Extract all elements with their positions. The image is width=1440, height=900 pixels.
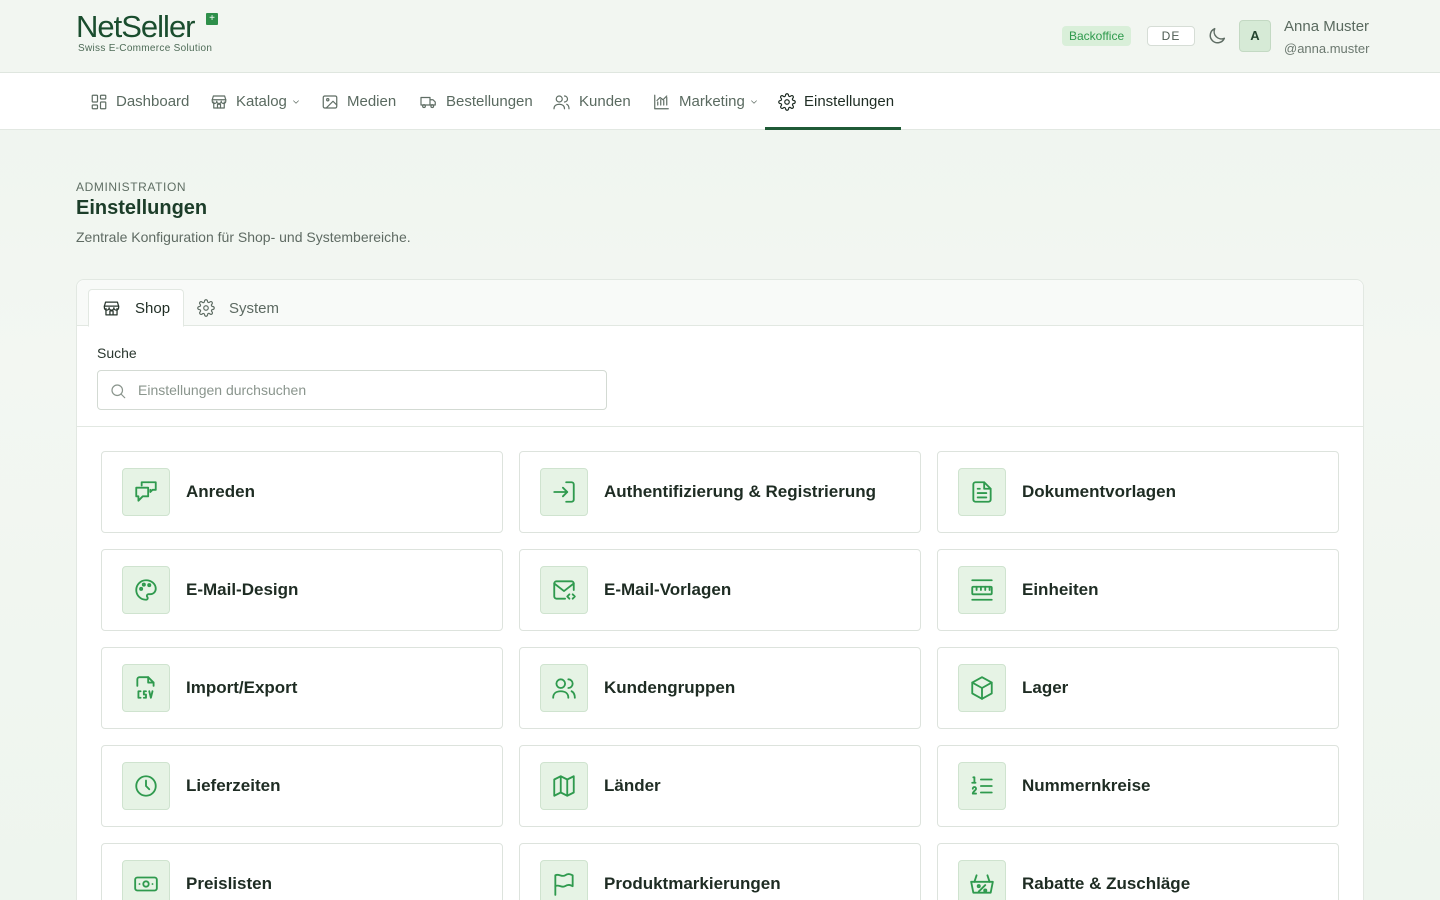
settings-tile-kundengruppen[interactable]: Kundengruppen	[519, 647, 921, 729]
image-icon	[322, 94, 338, 109]
chat-bubbles-icon	[135, 481, 157, 502]
settings-tile-label: Lager	[1022, 678, 1069, 697]
settings-card: Shop System Suche Anreden Authentifizier…	[76, 279, 1364, 900]
palette-icon	[135, 579, 157, 601]
nav-item-label: Kunden	[579, 93, 631, 110]
nav-item-label: Bestellungen	[446, 93, 533, 110]
gear-icon	[197, 299, 215, 317]
logo-name-part1: Net	[76, 9, 122, 44]
moon-icon	[1209, 27, 1226, 44]
backoffice-badge: Backoffice	[1062, 26, 1132, 46]
app-header: NetSeller + Swiss E-Commerce Solution Ba…	[0, 0, 1440, 73]
settings-tile-preislisten[interactable]: Preislisten	[101, 843, 503, 900]
settings-tile-dokumentvorlagen[interactable]: Dokumentvorlagen	[937, 451, 1339, 533]
tab-system[interactable]: System	[184, 289, 292, 327]
store-icon	[103, 301, 120, 315]
settings-tile-email-vorlagen[interactable]: E-Mail-Vorlagen	[519, 549, 921, 631]
nav-item-label: Einstellungen	[804, 93, 895, 110]
logo-plus-icon: +	[206, 13, 218, 25]
user-handle: @anna.muster	[1284, 41, 1370, 56]
chevron-down-icon	[293, 99, 299, 104]
settings-tile-label: Rabatte & Zuschläge	[1022, 874, 1191, 893]
user-name: Anna Muster	[1284, 18, 1370, 35]
settings-tile-label: Länder	[604, 776, 661, 795]
tab-shop[interactable]: Shop	[88, 289, 185, 327]
chart-icon	[654, 94, 669, 109]
main-nav: Dashboard Katalog Medien Bestellungen Ku…	[0, 73, 1440, 130]
settings-tile-label: Import/Export	[186, 678, 298, 697]
page-subtitle: Zentrale Konfiguration für Shop- und Sys…	[76, 229, 411, 245]
store-icon	[211, 94, 227, 109]
nav-item-label: Marketing	[679, 93, 745, 110]
settings-tile-label: Dokumentvorlagen	[1022, 482, 1176, 501]
search-label: Suche	[97, 345, 137, 361]
settings-tile-label: Preislisten	[186, 874, 272, 893]
nav-item-einstellungen[interactable]: Einstellungen	[778, 73, 894, 130]
nav-item-kunden[interactable]: Kunden	[552, 73, 631, 130]
dashboard-icon	[91, 94, 107, 109]
banknote-icon	[134, 876, 158, 892]
divider	[77, 426, 1363, 427]
chevron-down-icon	[751, 99, 757, 104]
csv-file-icon	[136, 676, 155, 699]
avatar[interactable]: A	[1239, 20, 1271, 52]
settings-tile-label: E-Mail-Design	[186, 580, 299, 599]
mail-code-icon	[553, 580, 576, 600]
page-title: Einstellungen	[76, 197, 208, 219]
settings-tile-laender[interactable]: Länder	[519, 745, 921, 827]
settings-tile-produktmarkierungen[interactable]: Produktmarkierungen	[519, 843, 921, 900]
logo-tagline: Swiss E-Commerce Solution	[78, 43, 213, 54]
tab-label: Shop	[135, 299, 171, 317]
settings-tile-nummernkreise[interactable]: Nummernkreise	[937, 745, 1339, 827]
nav-item-katalog[interactable]: Katalog	[210, 73, 301, 130]
logo-name-part2: Seller	[121, 9, 195, 44]
flag-icon	[554, 873, 574, 896]
search-field	[97, 370, 607, 410]
nav-item-medien[interactable]: Medien	[321, 73, 396, 130]
map-icon	[553, 775, 575, 797]
gear-icon	[778, 92, 796, 111]
settings-tile-label: Lieferzeiten	[186, 776, 281, 795]
search-input[interactable]	[138, 371, 598, 409]
active-nav-indicator	[765, 127, 901, 130]
language-switcher[interactable]: DE	[1147, 26, 1195, 46]
truck-icon	[420, 96, 436, 108]
nav-item-bestellungen[interactable]: Bestellungen	[419, 73, 533, 130]
ruler-icon	[971, 579, 993, 601]
settings-tile-rabatte[interactable]: Rabatte & Zuschläge	[937, 843, 1339, 900]
document-icon	[972, 481, 992, 503]
clock-icon	[135, 775, 157, 797]
settings-tile-label: Anreden	[186, 482, 255, 501]
users-icon	[553, 94, 570, 109]
discount-basket-icon	[970, 874, 994, 894]
settings-tile-anreden[interactable]: Anreden	[101, 451, 503, 533]
settings-tile-import-export[interactable]: Import/Export	[101, 647, 503, 729]
nav-item-label: Medien	[347, 93, 397, 110]
settings-tile-authentifizierung[interactable]: Authentifizierung & Registrierung	[519, 451, 921, 533]
settings-tile-email-design[interactable]: E-Mail-Design	[101, 549, 503, 631]
tab-label: System	[229, 299, 280, 317]
nav-item-dashboard[interactable]: Dashboard	[90, 73, 189, 130]
search-icon	[111, 384, 126, 399]
settings-tile-einheiten[interactable]: Einheiten	[937, 549, 1339, 631]
settings-tabbar: Shop System	[77, 280, 1363, 327]
settings-tile-label: E-Mail-Vorlagen	[604, 580, 732, 599]
login-icon	[553, 481, 575, 503]
settings-tile-label: Authentifizierung & Registrierung	[604, 482, 876, 501]
settings-tile-label: Produktmarkierungen	[604, 874, 781, 893]
nav-item-label: Katalog	[236, 93, 287, 110]
box-icon	[971, 676, 993, 700]
users-icon	[552, 678, 576, 699]
settings-tile-lager[interactable]: Lager	[937, 647, 1339, 729]
netseller-logo[interactable]: NetSeller + Swiss E-Commerce Solution	[76, 9, 226, 58]
numbered-list-icon	[971, 776, 993, 795]
theme-toggle-button[interactable]	[1206, 25, 1228, 47]
settings-tile-label: Kundengruppen	[604, 678, 736, 697]
nav-item-marketing[interactable]: Marketing	[652, 73, 759, 130]
settings-tile-label: Einheiten	[1022, 580, 1099, 599]
settings-tile-lieferzeiten[interactable]: Lieferzeiten	[101, 745, 503, 827]
page-eyebrow: ADMINISTRATION	[76, 180, 187, 194]
nav-item-label: Dashboard	[116, 93, 190, 110]
settings-tile-label: Nummernkreise	[1022, 776, 1151, 795]
